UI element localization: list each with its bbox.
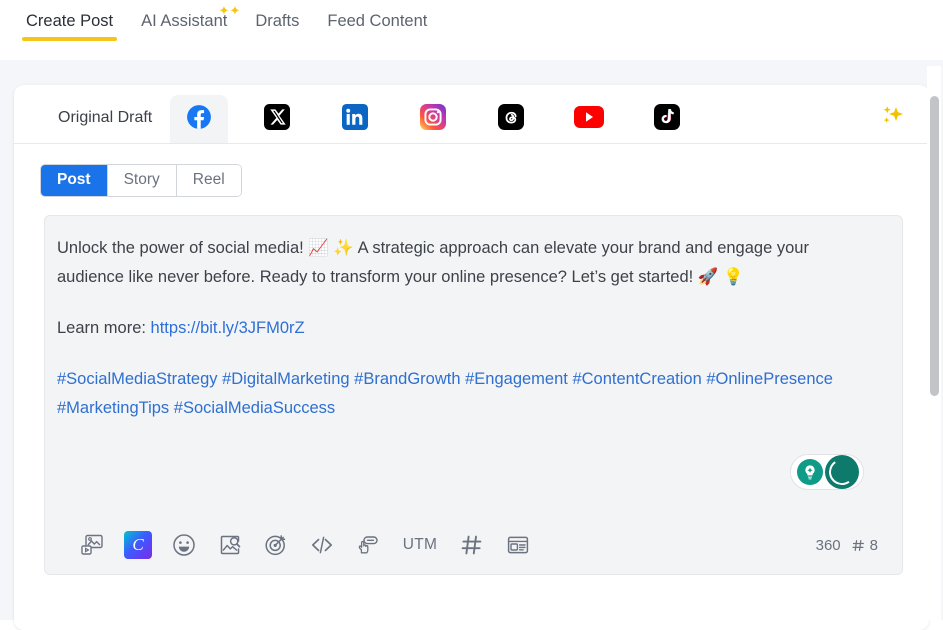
cta-click-icon[interactable]: [345, 526, 391, 564]
composer-card: Original Draft: [14, 85, 929, 630]
canva-icon[interactable]: C: [115, 526, 161, 564]
platform-tab-tiktok[interactable]: [638, 95, 696, 143]
post-type-selector-wrap: Post Story Reel: [14, 144, 929, 197]
nav-item-label: Drafts: [255, 12, 299, 30]
nav-item-ai-assistant[interactable]: AI Assistant ✦✦: [127, 6, 241, 41]
nav-item-create-post[interactable]: Create Post: [12, 6, 127, 41]
platform-tab-linkedin[interactable]: [326, 95, 384, 143]
target-icon[interactable]: [253, 526, 299, 564]
character-count: 360: [816, 537, 841, 554]
idea-bulb-icon: [797, 459, 823, 485]
editor-toolbar: C: [45, 516, 902, 574]
nav-item-feed-content[interactable]: Feed Content: [313, 6, 441, 41]
linkedin-icon: [342, 104, 368, 135]
post-body-paragraph: Unlock the power of social media! 📈 ✨ A …: [57, 234, 880, 292]
canva-logo: C: [124, 531, 152, 559]
utm-label[interactable]: UTM: [391, 526, 449, 564]
platform-tab-facebook[interactable]: [170, 95, 228, 143]
nav-item-label: AI Assistant: [141, 12, 227, 30]
platform-tab-youtube[interactable]: [560, 95, 618, 143]
link-prefix-text: Learn more:: [57, 319, 151, 337]
hashtag-count: 8: [870, 537, 878, 554]
ai-idea-pill[interactable]: [790, 454, 864, 490]
threads-icon: [498, 104, 524, 135]
assistant-avatar-icon: [825, 455, 859, 489]
instagram-icon: [420, 104, 446, 135]
platform-tab-x-twitter[interactable]: [248, 95, 306, 143]
platform-tab-strip: Original Draft: [14, 85, 929, 144]
nav-item-label: Create Post: [26, 12, 113, 30]
ai-assist-sparkles-icon[interactable]: [877, 103, 907, 136]
nav-item-drafts[interactable]: Drafts: [241, 6, 313, 41]
post-link-paragraph: Learn more: https://bit.ly/3JFM0rZ: [57, 314, 880, 343]
hashtag-count-icon: [851, 538, 866, 553]
paragraph-spacer: [57, 292, 880, 314]
post-type-segmented: Post Story Reel: [40, 164, 242, 197]
post-type-post[interactable]: Post: [41, 165, 108, 196]
hashtag-count-group: 8: [851, 537, 878, 554]
post-type-story[interactable]: Story: [108, 165, 177, 196]
facebook-icon: [186, 104, 212, 135]
hashtag-icon[interactable]: [449, 526, 495, 564]
youtube-icon: [574, 106, 604, 133]
platform-tab-instagram[interactable]: [404, 95, 462, 143]
post-type-reel[interactable]: Reel: [177, 165, 241, 196]
editor-counters: 360 8: [816, 537, 884, 554]
post-editor-content[interactable]: Unlock the power of social media! 📈 ✨ A …: [45, 216, 902, 423]
nav-item-label: Feed Content: [327, 12, 427, 30]
image-search-icon[interactable]: [207, 526, 253, 564]
utm-text: UTM: [403, 536, 437, 554]
tiktok-icon: [654, 104, 680, 135]
post-link[interactable]: https://bit.ly/3JFM0rZ: [151, 319, 305, 337]
media-icon[interactable]: [69, 526, 115, 564]
tab-original-draft-label: Original Draft: [58, 109, 152, 126]
top-navigation: Create Post AI Assistant ✦✦ Drafts Feed …: [0, 0, 943, 60]
code-icon[interactable]: [299, 526, 345, 564]
post-hashtags: #SocialMediaStrategy #DigitalMarketing #…: [57, 365, 880, 423]
emoji-icon[interactable]: [161, 526, 207, 564]
tab-original-draft[interactable]: Original Draft: [40, 109, 170, 143]
page-scrollbar-thumb[interactable]: [930, 96, 939, 396]
preview-card-icon[interactable]: [495, 526, 541, 564]
platform-tab-threads[interactable]: [482, 95, 540, 143]
active-tab-underline: [22, 37, 117, 41]
x-twitter-icon: [264, 104, 290, 135]
post-editor[interactable]: Unlock the power of social media! 📈 ✨ A …: [44, 215, 903, 575]
sparkles-icon: ✦✦: [219, 4, 241, 17]
paragraph-spacer: [57, 343, 880, 365]
